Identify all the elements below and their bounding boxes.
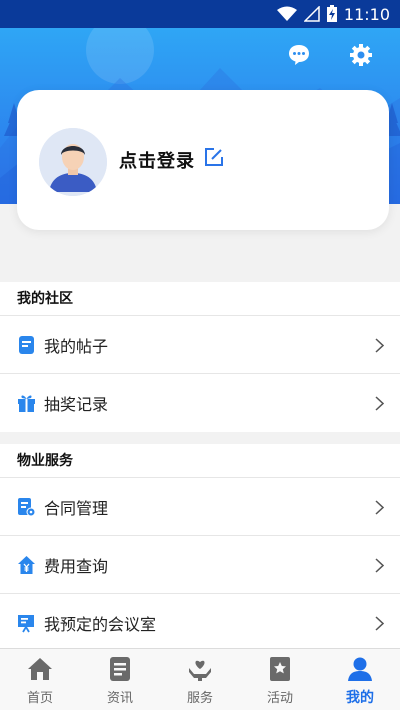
tab-mine[interactable]: 我的 xyxy=(320,649,400,710)
chevron-right-icon xyxy=(375,558,384,573)
home-icon xyxy=(28,658,52,680)
tab-label: 我的 xyxy=(346,690,374,706)
user-icon xyxy=(348,657,372,681)
tab-label: 活动 xyxy=(266,691,293,706)
wifi-icon xyxy=(276,6,297,21)
document-icon xyxy=(19,336,34,354)
item-label: 费用查询 xyxy=(44,556,109,576)
list-item-contract-management[interactable]: 合同管理 xyxy=(0,478,400,536)
chevron-right-icon xyxy=(375,616,384,631)
bottom-tab-bar: 首页 资讯 服务 活动 我的 xyxy=(0,648,400,710)
meeting-room-icon xyxy=(18,615,34,633)
item-label: 我的帖子 xyxy=(44,336,109,356)
item-label: 抽奖记录 xyxy=(44,395,109,414)
chat-bubble-icon xyxy=(289,45,309,65)
news-icon xyxy=(110,657,130,681)
status-time: 11:10 xyxy=(343,4,390,24)
chevron-right-icon xyxy=(375,338,384,353)
activity-icon xyxy=(270,657,290,681)
tab-home[interactable]: 首页 xyxy=(0,649,80,710)
section-title: 我的社区 xyxy=(0,282,400,316)
message-button[interactable] xyxy=(284,40,314,70)
tab-label: 首页 xyxy=(26,691,53,706)
status-icons: 11:10 xyxy=(276,4,390,24)
tab-activity[interactable]: 活动 xyxy=(240,649,320,710)
login-link[interactable]: 点击登录 xyxy=(119,147,195,173)
list-item-my-meeting-rooms[interactable]: 我预定的会议室 xyxy=(0,594,400,652)
contract-icon xyxy=(18,498,36,517)
gear-icon xyxy=(350,44,372,66)
edit-icon[interactable] xyxy=(203,146,225,168)
tab-news[interactable]: 资讯 xyxy=(80,649,160,710)
community-section: 我的社区 我的帖子 抽奖记录 xyxy=(0,282,400,432)
settings-button[interactable] xyxy=(346,40,376,70)
avatar-icon xyxy=(39,128,107,196)
tab-label: 资讯 xyxy=(106,691,133,706)
item-label: 我预定的会议室 xyxy=(44,615,157,634)
list-item-fee-inquiry[interactable]: 费用查询 xyxy=(0,536,400,594)
tab-service[interactable]: 服务 xyxy=(160,649,240,710)
service-icon xyxy=(189,660,211,681)
status-bar: 11:10 xyxy=(0,0,400,28)
property-service-section: 物业服务 合同管理 费用查询 我预定的会议室 xyxy=(0,444,400,652)
gift-icon xyxy=(18,395,35,412)
battery-charging-icon xyxy=(326,5,337,22)
tab-label: 服务 xyxy=(186,691,213,706)
chevron-right-icon xyxy=(375,500,384,515)
avatar[interactable] xyxy=(39,128,107,196)
list-item-my-posts[interactable]: 我的帖子 xyxy=(0,316,400,374)
signal-icon xyxy=(303,6,320,22)
item-label: 合同管理 xyxy=(44,498,109,518)
profile-card[interactable]: 点击登录 xyxy=(17,90,389,230)
list-item-lottery-records[interactable]: 抽奖记录 xyxy=(0,374,400,432)
chevron-right-icon xyxy=(375,396,384,411)
section-title: 物业服务 xyxy=(0,444,400,478)
fee-house-icon xyxy=(18,556,35,574)
